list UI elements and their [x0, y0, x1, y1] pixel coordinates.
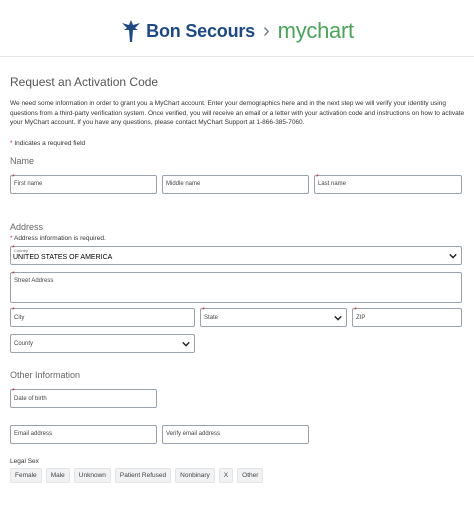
first-name-placeholder: First name [14, 181, 43, 187]
first-name-field[interactable]: * First name [10, 174, 157, 194]
middle-name-field[interactable]: Middle name [162, 175, 309, 194]
street-address-placeholder: Street Address [14, 278, 54, 284]
legal-sex-option-x[interactable]: X [218, 468, 234, 483]
bon-secours-cross-icon [122, 20, 141, 42]
email-field[interactable]: Email address [10, 425, 157, 444]
chevron-down-icon [334, 315, 342, 321]
date-of-birth-field[interactable]: * Date of birth [10, 388, 157, 408]
intro-text: We need some information in order to gra… [10, 100, 465, 126]
legal-sex-option-patient-refused[interactable]: Patient Refused [114, 468, 172, 483]
country-label: Country [14, 248, 29, 253]
address-required-note: * Address information is required. [10, 235, 106, 242]
legal-sex-option-other[interactable]: Other [237, 468, 264, 483]
country-value: UNITED STATES OF AMERICA [13, 254, 113, 261]
header-divider [0, 56, 474, 57]
required-mark: * [10, 140, 13, 147]
email-placeholder: Email address [14, 431, 53, 437]
address-required-text: Address information is required. [13, 235, 106, 242]
legal-sex-label: Legal Sex [10, 458, 39, 465]
street-address-field[interactable]: * Street Address [10, 271, 462, 303]
product-name: mychart [277, 18, 354, 43]
brand-separator: › [263, 19, 270, 42]
date-of-birth-placeholder: Date of birth [14, 396, 47, 402]
required-note-text: Indicates a required field [14, 140, 86, 147]
required-mark: * [12, 388, 15, 395]
last-name-placeholder: Last name [318, 181, 347, 187]
last-name-field[interactable]: * Last name [314, 174, 462, 194]
section-address-heading: Address [10, 222, 44, 232]
verify-email-placeholder: Verify email address [166, 431, 221, 437]
required-note: * Indicates a required field [10, 140, 85, 147]
required-mark: * [202, 307, 205, 314]
zip-field[interactable]: * ZIP [352, 307, 462, 327]
state-placeholder: State [204, 315, 219, 321]
city-field[interactable]: * City [10, 307, 195, 327]
brand-name: Bon Secours [146, 20, 255, 41]
legal-sex-option-unknown[interactable]: Unknown [73, 468, 111, 483]
legal-sex-option-male[interactable]: Male [45, 468, 70, 483]
required-mark: * [354, 307, 357, 314]
required-mark: * [316, 174, 319, 181]
chevron-down-icon [182, 341, 190, 347]
section-name-heading: Name [10, 156, 35, 166]
required-mark: * [12, 174, 15, 181]
zip-placeholder: ZIP [356, 315, 366, 321]
header-logo: Bon Secours › mychart [0, 18, 474, 46]
required-mark: * [10, 235, 13, 242]
verify-email-field[interactable]: Verify email address [162, 425, 309, 444]
required-mark: * [12, 307, 15, 314]
county-select[interactable]: County [10, 334, 195, 353]
state-select[interactable]: * State [200, 307, 347, 327]
legal-sex-options: Female Male Unknown Patient Refused Nonb… [10, 468, 264, 483]
country-select[interactable]: * Country UNITED STATES OF AMERICA [10, 245, 462, 265]
legal-sex-option-female[interactable]: Female [10, 468, 42, 483]
county-placeholder: County [14, 341, 34, 347]
required-mark: * [12, 271, 15, 278]
section-other-heading: Other Information [10, 370, 81, 380]
page-title: Request an Activation Code [10, 75, 159, 89]
middle-name-placeholder: Middle name [166, 181, 201, 187]
city-placeholder: City [14, 315, 25, 321]
legal-sex-option-nonbinary[interactable]: Nonbinary [175, 468, 215, 483]
chevron-down-icon [449, 253, 457, 259]
